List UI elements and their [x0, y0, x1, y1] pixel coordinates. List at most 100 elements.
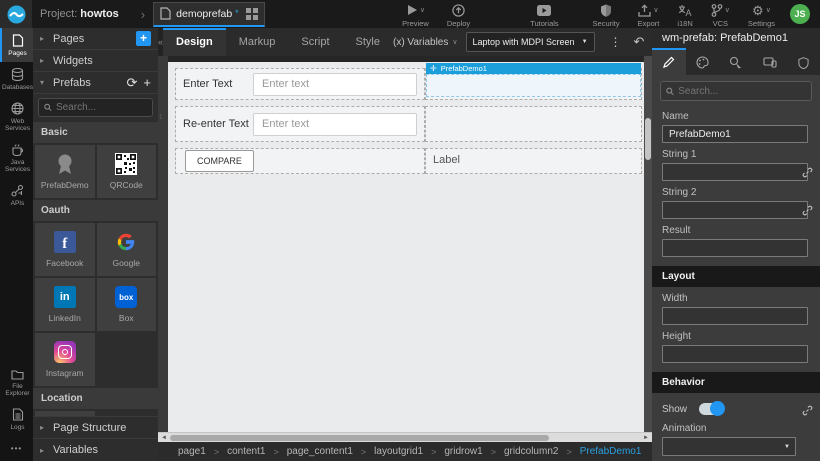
rail-item-web-services[interactable]: Web Services [0, 96, 33, 137]
rail-item-file-explorer[interactable]: File Explorer [0, 363, 33, 402]
enter-text-label[interactable]: Enter Text [183, 78, 249, 90]
compare-button[interactable]: COMPARE [185, 150, 254, 172]
accordion-pages[interactable]: ▸ Pages + [33, 28, 158, 50]
tab-security[interactable] [786, 48, 820, 75]
rail-item-java-services[interactable]: Java Services [0, 137, 33, 178]
prefab-tile-google[interactable]: Google [97, 223, 157, 276]
tab-events[interactable] [719, 48, 753, 75]
accordion-prefabs[interactable]: ▾ Prefabs ⟳ + [33, 72, 158, 94]
string2-input[interactable] [662, 201, 808, 219]
canvas-vertical-scrollbar[interactable] [644, 56, 652, 432]
show-toggle[interactable] [699, 403, 723, 415]
string2-bind-icon[interactable] [802, 205, 813, 216]
breadcrumb-prefabdemo1[interactable]: PrefabDemo1 [580, 446, 642, 457]
selected-widget-header[interactable]: ✛ PrefabDemo1 [426, 63, 641, 74]
rail-item-apis[interactable]: APIs [0, 178, 33, 212]
label-widget[interactable]: Label [433, 154, 460, 166]
prefab-tile-facebook[interactable]: f Facebook [35, 223, 95, 276]
prefab-tile-box[interactable]: box Box [97, 278, 157, 331]
grid-cell-label[interactable]: Label [425, 148, 642, 174]
name-input[interactable] [662, 125, 808, 143]
tab-style[interactable]: Style [343, 28, 393, 56]
properties-search-box[interactable] [660, 81, 812, 101]
breadcrumb-page1[interactable]: page1 [178, 446, 206, 457]
breadcrumb-content1[interactable]: content1 [227, 446, 265, 457]
rail-item-databases[interactable]: Databases [0, 62, 33, 96]
tab-styles[interactable] [686, 48, 720, 75]
grid-cell-enter-text[interactable]: Enter Text [175, 68, 425, 100]
scroll-right-arrow[interactable]: ► [642, 435, 650, 441]
export-caret-icon[interactable]: ∨ [653, 6, 658, 14]
prefab-search-box[interactable] [38, 98, 153, 117]
animation-select[interactable]: ▼ [662, 437, 796, 456]
width-input[interactable] [662, 307, 808, 325]
breadcrumb-gridrow1[interactable]: gridrow1 [444, 446, 482, 457]
wavemaker-logo[interactable] [0, 0, 32, 28]
active-page-selector[interactable]: demoprefab * [153, 2, 265, 27]
breadcrumb-layoutgrid1[interactable]: layoutgrid1 [374, 446, 423, 457]
prefab-tile-linkedin[interactable]: in LinkedIn [35, 278, 95, 331]
pages-grid-icon[interactable] [246, 8, 258, 20]
settings-caret-icon[interactable]: ∨ [766, 6, 771, 14]
grid-cell-prefab[interactable]: ✛ PrefabDemo1 [425, 68, 642, 100]
string1-bind-icon[interactable] [802, 167, 813, 178]
prefab-tile-prefabdemo[interactable]: PrefabDemo [35, 145, 95, 198]
vertical-scroll-thumb[interactable] [645, 118, 651, 160]
preview-caret-icon[interactable]: ∨ [420, 6, 425, 14]
tab-markup[interactable]: Markup [226, 28, 289, 56]
left-rail: Pages Databases Web Services Java Serv [0, 28, 33, 461]
grid-cell-compare[interactable]: COMPARE [175, 148, 425, 174]
variables-button[interactable]: (x) Variables ∨ [393, 37, 458, 48]
grid-cell-empty[interactable] [425, 106, 642, 142]
show-bind-icon[interactable] [802, 405, 813, 416]
tab-properties[interactable] [652, 48, 686, 75]
horizontal-scroll-thumb[interactable] [170, 435, 549, 441]
breadcrumb-gridcolumn2[interactable]: gridcolumn2 [504, 446, 558, 457]
security-button[interactable]: Security [584, 1, 629, 28]
canvas-left-splitter[interactable]: ⁞ [158, 56, 168, 432]
export-button[interactable]: ∨ Export [629, 1, 669, 28]
undo-button[interactable]: ↶ [629, 34, 650, 50]
rail-more-button[interactable]: ••• [0, 436, 33, 461]
tab-design[interactable]: Design [163, 28, 226, 56]
accordion-variables[interactable]: ▸ Variables [33, 439, 158, 461]
refresh-prefabs-button[interactable]: ⟳ [127, 76, 138, 89]
accordion-page-structure[interactable]: ▸ Page Structure [33, 417, 158, 439]
prefab-tile-instagram[interactable]: Instagram [35, 333, 95, 386]
horizontal-scroll-track[interactable] [168, 434, 642, 442]
vcs-caret-icon[interactable]: ∨ [725, 6, 730, 14]
deploy-button[interactable]: Deploy [438, 1, 479, 28]
result-input[interactable] [662, 239, 808, 257]
device-selector[interactable]: Laptop with MDPI Screen ▼ [466, 32, 595, 52]
settings-button[interactable]: ⚙ ∨ Settings [739, 1, 784, 28]
reenter-text-label[interactable]: Re-enter Text [183, 118, 249, 130]
user-avatar[interactable]: JS [790, 4, 810, 24]
rail-item-logs[interactable]: Logs [0, 402, 33, 436]
tab-script[interactable]: Script [288, 28, 342, 56]
rail-item-pages[interactable]: Pages [0, 28, 33, 62]
tab-devices[interactable] [753, 48, 787, 75]
enter-text-input[interactable] [253, 73, 417, 96]
prefab-search-input[interactable] [56, 102, 147, 113]
reenter-text-input[interactable] [253, 113, 417, 136]
breadcrumb-page-content1[interactable]: page_content1 [287, 446, 353, 457]
i18n-button[interactable]: A i18N [668, 1, 701, 28]
prefab-widget-selection[interactable] [426, 74, 641, 97]
tutorials-button[interactable]: Tutorials [521, 1, 567, 28]
string1-input[interactable] [662, 163, 808, 181]
tile-label: LinkedIn [49, 313, 81, 323]
breadcrumb-separator: > [491, 447, 496, 457]
accordion-widgets[interactable]: ▸ Widgets [33, 50, 158, 72]
add-prefab-button[interactable]: + [143, 76, 151, 89]
canvas-more-menu[interactable]: ⋮ [603, 35, 629, 49]
height-input[interactable] [662, 345, 808, 363]
grid-cell-reenter-text[interactable]: Re-enter Text [175, 106, 425, 142]
canvas-horizontal-scrollbar[interactable]: ◄ ► [158, 432, 652, 442]
preview-button[interactable]: ∨ Preview [393, 1, 438, 28]
add-page-button[interactable]: + [136, 31, 151, 46]
prefab-tile-qrcode[interactable]: QRCode [97, 145, 157, 198]
scroll-left-arrow[interactable]: ◄ [160, 435, 168, 441]
vcs-button[interactable]: ∨ VCS [702, 1, 739, 28]
properties-search-input[interactable] [678, 86, 806, 97]
design-canvas[interactable]: Enter Text ✛ PrefabDemo1 [168, 56, 644, 432]
